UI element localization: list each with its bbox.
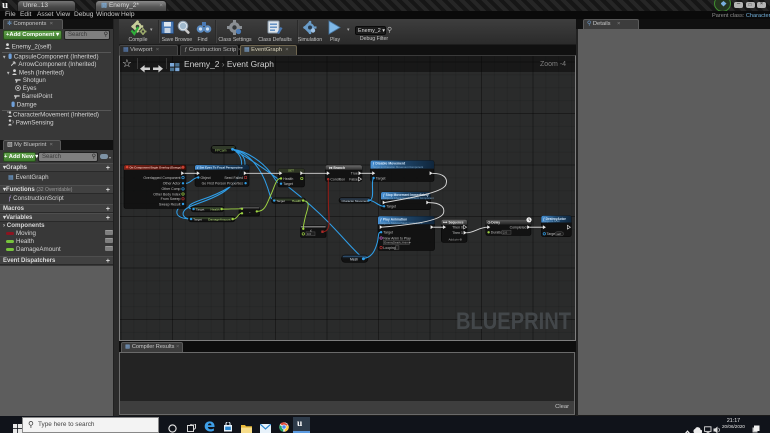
svg-text:ƒ Disable Movement: ƒ Disable Movement bbox=[373, 162, 406, 166]
svg-text:EnemyDeath_Anim ▾: EnemyDeath_Anim ▾ bbox=[384, 241, 411, 245]
svg-text:Target: Target bbox=[386, 205, 396, 209]
svg-text:Mesh: Mesh bbox=[350, 258, 358, 262]
svg-text:ƒ Set Eyes To Focal Perspectiv: ƒ Set Eyes To Focal Perspective bbox=[197, 166, 243, 170]
svg-text:Target is Actor: Target is Actor bbox=[543, 219, 560, 223]
svg-text:Condition: Condition bbox=[330, 177, 345, 181]
svg-text:Overlapped Component: Overlapped Component bbox=[143, 176, 180, 180]
svg-text:False: False bbox=[349, 177, 358, 181]
svg-text:Object: Object bbox=[201, 176, 211, 180]
svg-text:Other Actor: Other Actor bbox=[163, 182, 182, 186]
svg-text:Target: Target bbox=[193, 217, 202, 221]
svg-text:⧓ Branch: ⧓ Branch bbox=[329, 166, 345, 170]
svg-text:Target: Target bbox=[196, 207, 205, 211]
svg-text:Target: Target bbox=[376, 176, 386, 180]
svg-text:◷ Delay: ◷ Delay bbox=[488, 221, 501, 225]
svg-text:Target: Target bbox=[276, 199, 285, 203]
svg-text:Health: Health bbox=[211, 207, 220, 211]
svg-text:Then 0: Then 0 bbox=[452, 225, 463, 229]
svg-text:Target: Target bbox=[283, 182, 293, 186]
svg-text:BLUEPRINT: BLUEPRINT bbox=[456, 308, 571, 334]
svg-text:Looping: Looping bbox=[383, 246, 396, 250]
svg-text:FPCam: FPCam bbox=[215, 148, 227, 152]
svg-text:Go First Person Properties: Go First Person Properties bbox=[202, 181, 244, 185]
svg-text:On Component Begin Overlap (Da: On Component Begin Overlap (Damge) bbox=[130, 165, 182, 169]
svg-text:0.0: 0.0 bbox=[307, 232, 311, 236]
svg-text:SET: SET bbox=[288, 169, 294, 173]
svg-text:Health: Health bbox=[283, 177, 293, 181]
svg-text:Add pin ⊕: Add pin ⊕ bbox=[448, 237, 462, 241]
svg-text:Target is Skeletal Mesh Compon: Target is Skeletal Mesh Component bbox=[380, 221, 423, 225]
svg-text:2.0: 2.0 bbox=[503, 230, 507, 234]
svg-text:⟷ Sequence: ⟷ Sequence bbox=[443, 220, 464, 225]
svg-text:Target: Target bbox=[383, 231, 393, 235]
svg-text:Target is Character Movement C: Target is Character Movement Component bbox=[373, 165, 424, 169]
svg-text:From Sweep: From Sweep bbox=[161, 197, 181, 201]
svg-text:Health: Health bbox=[292, 199, 301, 203]
svg-text:DamageAmount: DamageAmount bbox=[208, 217, 230, 221]
svg-text:Seed Failed: Seed Failed bbox=[224, 176, 243, 180]
svg-text:self: self bbox=[557, 232, 562, 236]
svg-text:Sweep Result: Sweep Result bbox=[159, 202, 181, 206]
svg-text:Completed: Completed bbox=[510, 225, 527, 229]
svg-text:Then 1: Then 1 bbox=[452, 231, 463, 235]
svg-text:True: True bbox=[351, 172, 358, 176]
svg-text:Other Comp: Other Comp bbox=[161, 187, 180, 191]
svg-text:Other Body Index: Other Body Index bbox=[153, 192, 180, 196]
svg-text:Character Movement: Character Movement bbox=[342, 199, 369, 203]
